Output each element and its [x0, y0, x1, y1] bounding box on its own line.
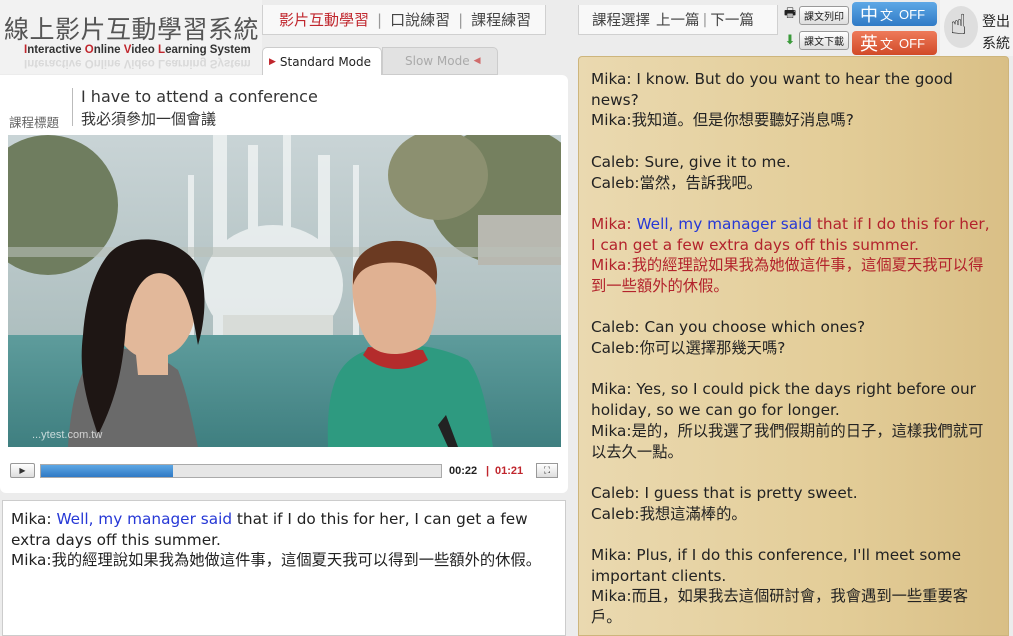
slow-mode-tab[interactable]: Slow Mode ◀ — [382, 47, 498, 75]
transcript-line-zh[interactable]: Caleb:我想這滿棒的。 — [591, 504, 996, 525]
standard-mode-label: Standard Mode — [279, 54, 372, 69]
transcript-line-zh[interactable]: Caleb:你可以選擇那幾天嗎? — [591, 338, 996, 359]
app-logo: 線上影片互動學習系統 Interactive Online Video Lear… — [0, 0, 262, 74]
total-time: 01:21 — [495, 465, 524, 477]
play-arrow-icon: ▶ — [269, 56, 276, 67]
fullscreen-button[interactable]: ⛶ — [536, 463, 558, 478]
chinese-toggle-char-small: 文 — [880, 8, 894, 24]
progress-fill — [41, 465, 173, 477]
course-select-link[interactable]: 課程選擇 — [589, 9, 653, 30]
video-frame — [8, 135, 561, 447]
subtitle-highlight: Well, my manager said — [56, 510, 233, 528]
video-controls: ▶ 00:22 | 01:21 ⛶ — [8, 460, 561, 482]
transcript-highlight: Well, my manager said — [636, 214, 813, 233]
time-separator: | — [486, 465, 490, 477]
chinese-toggle-char: 中 — [860, 5, 878, 26]
tab-course-exercise[interactable]: 課程練習 — [463, 9, 539, 30]
transcript-line-en[interactable]: Caleb: Can you choose which ones? — [591, 317, 996, 338]
english-toggle[interactable]: 英文 OFF — [852, 31, 937, 55]
progress-bar[interactable] — [40, 464, 442, 478]
transcript-line-zh[interactable]: Mika:而且，如果我去這個研討會，我會遇到一些重要客戶。 — [591, 586, 996, 627]
back-arrow-icon: ◀ — [473, 56, 481, 66]
chinese-toggle[interactable]: 中文 OFF — [852, 2, 937, 26]
app-subtitle-reflection: Interactive Online Video Learning System — [24, 57, 251, 69]
slow-mode-label: Slow Mode — [405, 54, 470, 68]
english-toggle-char: 英 — [860, 34, 878, 55]
course-nav: 課程選擇 上一篇 | 下一篇 — [578, 5, 778, 35]
lesson-label: 課程標題 — [9, 115, 60, 130]
divider — [72, 88, 73, 126]
transcript-line-zh[interactable]: Mika:我知道。但是你想要聽好消息嗎? — [591, 110, 996, 131]
standard-mode-tab[interactable]: ▶ Standard Mode — [262, 47, 382, 75]
lesson-title-en: I have to attend a conference — [81, 87, 318, 106]
english-toggle-char-small: 文 — [880, 37, 894, 53]
next-lesson-link[interactable]: 下一篇 — [707, 9, 757, 30]
main-tabs: 影片互動學習 | 口說練習 | 課程練習 — [262, 5, 546, 35]
transcript-line-en[interactable]: Caleb: I guess that is pretty sweet. — [591, 483, 996, 504]
fullscreen-icon: ⛶ — [543, 465, 551, 476]
download-text-button[interactable]: ⬇ 課文下載 — [781, 30, 849, 50]
current-subtitle-panel: Mika: Well, my manager said that if I do… — [2, 500, 566, 636]
app-title: 線上影片互動學習系統 — [4, 15, 260, 44]
download-text-label: 課文下載 — [799, 30, 849, 50]
logout-label: 登出系統 — [982, 14, 1010, 52]
tab-speaking-practice[interactable]: 口說練習 — [382, 9, 458, 30]
transcript-panel[interactable]: Mika: I know. But do you want to hear th… — [578, 56, 1009, 636]
play-button[interactable]: ▶ — [10, 463, 35, 478]
transcript-line-en-active[interactable]: Mika: Well, my manager said that if I do… — [591, 214, 996, 255]
tab-video-learning[interactable]: 影片互動學習 — [271, 9, 377, 30]
print-text-button[interactable]: 🖶 課文列印 — [781, 5, 849, 25]
subtitle-en: Mika: Well, my manager said that if I do… — [11, 510, 528, 549]
video-player[interactable]: ...ytest.com.tw — [8, 135, 561, 447]
english-toggle-state: OFF — [899, 35, 926, 51]
print-text-label: 課文列印 — [799, 5, 849, 25]
subtitle-zh: Mika:我的經理說如果我為她做這件事，這個夏天我可以得到一些額外的休假。 — [11, 551, 542, 569]
current-time: 00:22 — [449, 465, 478, 477]
video-panel: 課程標題 I have to attend a conference 我必須參加… — [0, 75, 568, 493]
transcript-line-en[interactable]: Caleb: Sure, give it to me. — [591, 152, 996, 173]
transcript-line-zh[interactable]: Caleb:當然，告訴我吧。 — [591, 173, 996, 194]
printer-icon: 🖶 — [783, 6, 797, 21]
logout-button[interactable]: ☝ 登出系統 — [940, 0, 1013, 56]
play-icon: ▶ — [19, 466, 26, 475]
lesson-title-zh: 我必須參加一個會議 — [81, 110, 217, 128]
mode-switcher: ▶ Standard Mode Slow Mode ◀ — [262, 47, 498, 75]
video-watermark: ...ytest.com.tw — [32, 429, 103, 441]
app-subtitle: Interactive Online Video Learning System — [24, 44, 251, 56]
transcript-line-zh[interactable]: Mika:是的，所以我選了我們假期前的日子，這樣我們就可以去久一點。 — [591, 421, 996, 462]
transcript-line-zh-active[interactable]: Mika:我的經理說如果我為她做這件事，這個夏天我可以得到一些額外的休假。 — [591, 255, 996, 296]
prev-lesson-link[interactable]: 上一篇 — [653, 9, 703, 30]
transcript-line-en[interactable]: Mika: Yes, so I could pick the days righ… — [591, 379, 996, 420]
pointing-hand-icon: ☝ — [950, 8, 968, 41]
chinese-toggle-state: OFF — [899, 6, 926, 22]
transcript-line-en[interactable]: Mika: Plus, if I do this conference, I'l… — [591, 545, 996, 586]
transcript-line-en[interactable]: Mika: I know. But do you want to hear th… — [591, 69, 996, 110]
download-arrow-icon: ⬇ — [784, 32, 796, 48]
